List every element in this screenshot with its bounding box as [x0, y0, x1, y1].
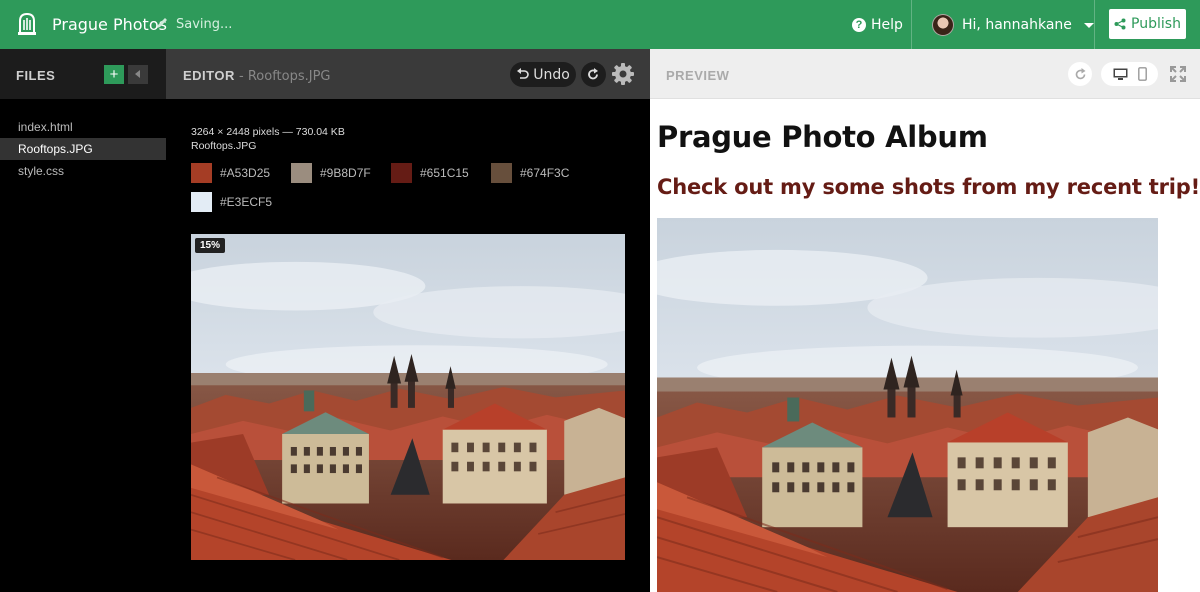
divider — [911, 0, 912, 49]
editor-label: EDITOR — [183, 68, 235, 83]
project-name[interactable]: Prague Photos — [52, 15, 167, 34]
desktop-icon[interactable] — [1113, 68, 1128, 81]
swatch-chip — [491, 163, 512, 183]
zoom-badge: 15% — [195, 238, 226, 253]
editor-panel: EDITOR - Rooftops.JPG Undo 3264 × 2448 p… — [166, 49, 650, 592]
user-greeting: Hi, hannahkane — [962, 17, 1072, 33]
files-panel: FILES + index.html Rooftops.JPG style.cs… — [0, 49, 166, 592]
swatch-hex: #651C15 — [420, 166, 469, 180]
swatch-hex: #A53D25 — [220, 166, 271, 180]
publish-button[interactable]: Publish — [1109, 9, 1186, 39]
preview-header: PREVIEW — [650, 49, 1200, 99]
user-menu[interactable]: Hi, hannahkane — [932, 13, 1094, 37]
preview-title: PREVIEW — [666, 68, 730, 83]
help-icon: ? — [852, 18, 866, 32]
preview-photo — [657, 218, 1158, 592]
refresh-icon — [1075, 67, 1085, 79]
file-item-index[interactable]: index.html — [0, 116, 166, 138]
image-dimensions: 3264 × 2448 pixels — 730.04 KB — [191, 126, 345, 138]
editor-header: EDITOR - Rooftops.JPG Undo — [166, 49, 650, 99]
swatch-chip — [391, 163, 412, 183]
file-item-rooftops[interactable]: Rooftops.JPG — [0, 138, 166, 160]
preview-panel: PREVIEW Prague Photo Album Check out my … — [650, 49, 1200, 592]
publish-label: Publish — [1131, 16, 1181, 32]
undo-button[interactable]: Undo — [510, 62, 576, 87]
pencil-icon[interactable] — [155, 16, 169, 30]
gear-icon[interactable] — [612, 63, 634, 85]
rooftops-photo — [191, 234, 625, 560]
swatch-hex: #E3ECF5 — [220, 195, 273, 209]
device-toggle — [1101, 62, 1158, 86]
divider — [1094, 0, 1095, 49]
chevron-left-icon[interactable] — [128, 65, 148, 84]
preview-heading: Prague Photo Album — [657, 120, 988, 154]
undo-icon — [517, 68, 529, 79]
swatch-chip — [291, 163, 312, 183]
editor-title: EDITOR - Rooftops.JPG — [183, 68, 331, 84]
swatch-chip — [191, 192, 212, 212]
color-swatch[interactable]: #9B8D7F — [291, 163, 371, 183]
avatar — [932, 14, 954, 36]
save-status: Saving... — [176, 17, 233, 32]
help-link[interactable]: ? Help — [852, 15, 903, 35]
image-info: 3264 × 2448 pixels — 730.04 KB Rooftops.… — [191, 125, 345, 153]
preview-subheading: Check out my some shots from my recent t… — [657, 175, 1200, 199]
file-list: index.html Rooftops.JPG style.css — [0, 99, 166, 182]
color-swatch[interactable]: #674F3C — [491, 163, 569, 183]
editor-filename: - Rooftops.JPG — [234, 69, 331, 84]
add-file-button[interactable]: + — [104, 65, 124, 84]
redo-button[interactable] — [581, 62, 606, 87]
swatch-chip — [191, 163, 212, 183]
color-swatch[interactable]: #A53D25 — [191, 163, 270, 183]
files-header: FILES + — [0, 49, 166, 99]
fullscreen-icon[interactable] — [1168, 64, 1188, 84]
top-bar: Prague Photos Saving... ? Help Hi, hanna… — [0, 0, 1200, 49]
redo-icon — [588, 68, 598, 80]
undo-label: Undo — [533, 66, 570, 83]
color-swatch[interactable]: #E3ECF5 — [191, 192, 272, 212]
refresh-button[interactable] — [1068, 62, 1092, 86]
color-swatch[interactable]: #651C15 — [391, 163, 469, 183]
files-title: FILES — [16, 68, 56, 83]
share-icon — [1114, 18, 1126, 30]
file-item-style[interactable]: style.css — [0, 160, 166, 182]
swatch-hex: #674F3C — [520, 166, 570, 180]
mobile-icon[interactable] — [1137, 67, 1147, 81]
chevron-down-icon — [1083, 22, 1094, 28]
help-label: Help — [871, 17, 903, 33]
swatch-hex: #9B8D7F — [320, 166, 371, 180]
image-filename: Rooftops.JPG — [191, 140, 257, 152]
logo-icon[interactable] — [16, 12, 38, 36]
